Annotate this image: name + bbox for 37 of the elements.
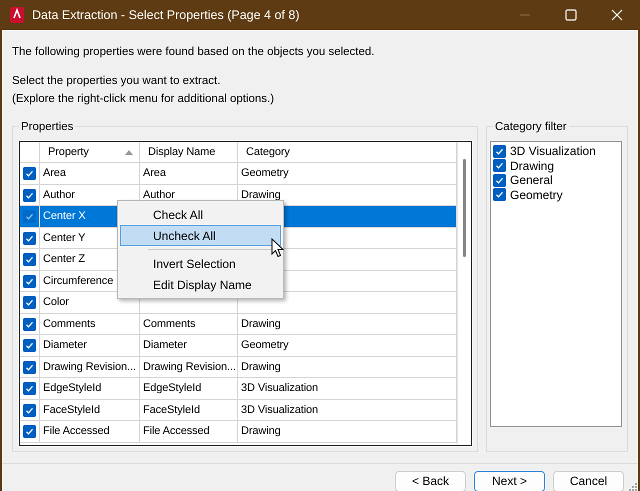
table-cell-text: Center Y: [43, 230, 86, 246]
filter-label: Drawing: [510, 158, 554, 174]
table-cell-text: FaceStyleId: [43, 402, 100, 418]
table-cell-text: Circumference: [43, 274, 114, 289]
table-cell-text: Center Z: [43, 252, 85, 268]
table-cell-text: File Accessed: [143, 424, 210, 440]
table-cell-text: Center X: [43, 209, 86, 224]
table-cell-text: Diameter: [43, 338, 87, 354]
table-cell-text: Comments: [143, 316, 196, 332]
table-cell-text: EdgeStyleId: [43, 381, 102, 396]
table-cell-text: File Accessed: [43, 424, 110, 440]
table-cell-text: Author: [43, 188, 75, 203]
filter-label: General: [510, 172, 553, 189]
table-cell-text: Diameter: [143, 338, 187, 354]
table-cell-text: Area: [43, 166, 66, 182]
window-title: Data Extraction - Select Properties (Page 4 of 8): [32, 6, 300, 24]
table-cell-text: 3D Visualization: [241, 402, 318, 418]
table-cell-text: Drawing: [241, 188, 281, 203]
intro-text: The following properties were found based on the objects you selected.: [12, 45, 376, 60]
table-cell-text: Geometry: [241, 338, 288, 354]
instruction-text: Select the properties you want to extract.: [12, 74, 222, 90]
table-cell-text: Author: [143, 188, 175, 203]
table-cell-text: Drawing: [241, 424, 281, 440]
table-cell-text: Drawing Revision...: [43, 360, 136, 375]
instruction-text: (Explore the right-click menu for additional options.): [12, 92, 276, 106]
table-cell-text: Color: [43, 295, 69, 310]
table-cell-text: Area: [143, 166, 166, 182]
table-cell-text: Drawing: [241, 316, 281, 332]
table-cell-text: Geometry: [241, 166, 288, 182]
filter-label: 3D Visualization: [510, 143, 596, 160]
table-cell-text: Drawing: [241, 360, 281, 375]
table-cell-text: 3D Visualization: [241, 381, 318, 396]
filter-label: Geometry: [510, 186, 563, 204]
table-cell-text: FaceStyleId: [143, 402, 200, 418]
table-cell-text: Comments: [43, 316, 96, 332]
table-cell-text: EdgeStyleId: [143, 381, 202, 396]
table-cell-text: Drawing Revision...: [143, 360, 236, 375]
